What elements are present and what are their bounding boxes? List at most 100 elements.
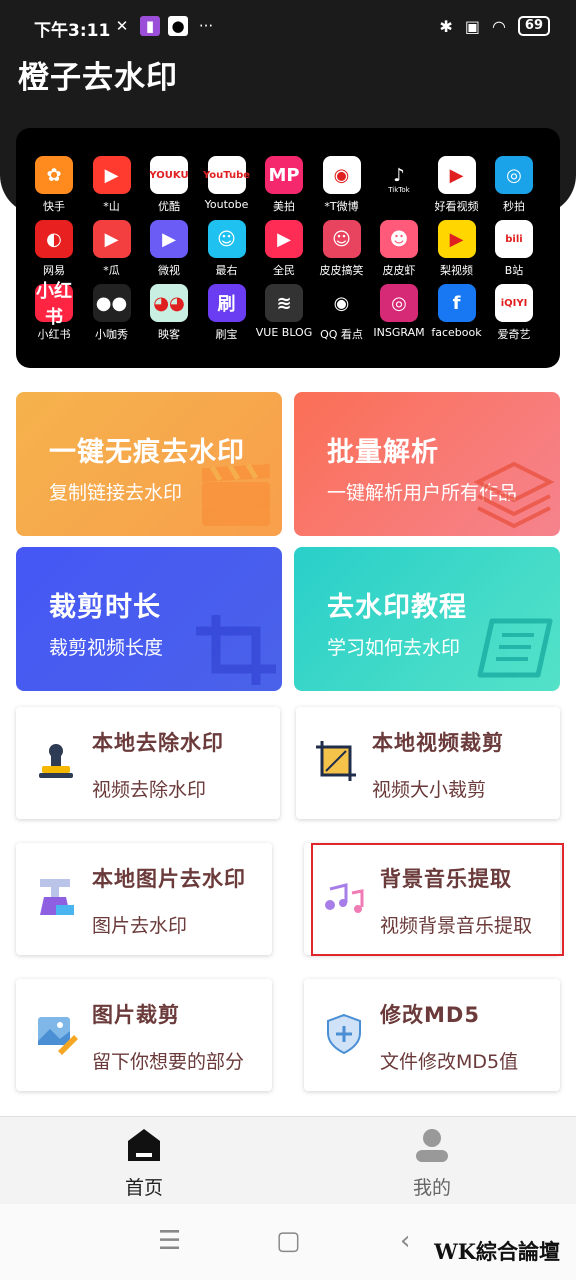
card-title: 图片裁剪 bbox=[92, 1003, 180, 1027]
home-square-icon[interactable]: ▢ bbox=[276, 1226, 301, 1256]
quanmin-icon: ▶ bbox=[265, 220, 303, 258]
batch-parse-tile[interactable]: 批量解析 一键解析用户所有作品 bbox=[294, 392, 560, 536]
xiaohongshu-icon: 小红书 bbox=[35, 281, 73, 328]
platform-bilibili: bili B站 bbox=[482, 220, 546, 278]
platform-weishi: ▶ 微视 bbox=[137, 220, 201, 278]
platform-weibo: ◉ *T微博 bbox=[310, 156, 374, 214]
platform-label: 映客 bbox=[158, 328, 180, 341]
platform-label: 刷宝 bbox=[215, 328, 238, 341]
platform-miaopai: ◎ 秒拍 bbox=[482, 156, 546, 214]
forum-watermark: WK綜合論壇 bbox=[434, 1239, 560, 1264]
platform-qq-kandian: ◉ QQ 看点 bbox=[310, 284, 374, 342]
weishi-icon: ▶ bbox=[150, 220, 188, 258]
card-subtitle: 留下你想要的部分 bbox=[92, 1051, 245, 1073]
card-title: 修改MD5 bbox=[380, 1003, 480, 1027]
youku-icon: YOUKU bbox=[149, 156, 189, 194]
platform-lishipin: ▶ 梨视频 bbox=[425, 220, 489, 278]
iqiyi-icon: iQIYI bbox=[495, 284, 533, 322]
platform-yingke: ◕◕ 映客 bbox=[137, 284, 201, 342]
app-title: 橙子去水印 bbox=[18, 60, 178, 96]
qq-icon: ● bbox=[168, 16, 188, 36]
book-icon bbox=[477, 618, 553, 678]
video-crop-icon bbox=[316, 741, 356, 781]
platform-label: *瓜 bbox=[103, 264, 120, 277]
platform-label: 爱奇艺 bbox=[497, 328, 531, 341]
platform-quanmin: ▶ 全民 bbox=[252, 220, 316, 278]
pipixia-icon: ☻ bbox=[380, 220, 418, 258]
platform-pipixia: ☻ 皮皮虾 bbox=[367, 220, 431, 278]
huoshan-icon: ▶ bbox=[92, 156, 131, 194]
more-icon: ··· bbox=[198, 17, 214, 35]
system-navigation-bar: ☰ ▢ ‹ WK綜合論壇 bbox=[0, 1204, 576, 1280]
platform-label: B站 bbox=[504, 264, 524, 277]
local-remove-watermark-card[interactable]: 本地去除水印 视频去除水印 bbox=[16, 707, 280, 819]
bluetooth-icon: ✱ bbox=[439, 16, 453, 36]
nav-home-label: 首页 bbox=[124, 1177, 163, 1199]
image-crop-card[interactable]: 图片裁剪 留下你想要的部分 bbox=[16, 979, 272, 1091]
platform-label: 好看视频 bbox=[434, 200, 479, 213]
highlight-frame bbox=[311, 843, 564, 956]
card-title: 本地去除水印 bbox=[92, 731, 224, 755]
nav-mine[interactable]: 我的 bbox=[382, 1127, 482, 1200]
platform-label: 皮皮虾 bbox=[382, 264, 416, 277]
modify-md5-card[interactable]: 修改MD5 文件修改MD5值 bbox=[304, 979, 560, 1091]
battery-icon: 69 bbox=[517, 16, 550, 36]
menu-icon[interactable]: ☰ bbox=[158, 1226, 181, 1256]
kuaishou-icon: ✿ bbox=[35, 156, 73, 194]
tile-subtitle: 学习如何去水印 bbox=[327, 637, 461, 659]
platform-haokan: ▶ 好看视频 bbox=[425, 156, 489, 214]
platform-label: 小红书 bbox=[37, 328, 71, 341]
platform-youtube: YouTube Youtobe bbox=[195, 156, 259, 211]
stamp-icon bbox=[39, 744, 73, 778]
platform-label: 快手 bbox=[43, 200, 65, 213]
pipigaoxiao-icon: ☺ bbox=[322, 220, 361, 258]
platform-label: 全民 bbox=[273, 264, 295, 277]
nav-home[interactable]: 首页 bbox=[94, 1127, 194, 1200]
xiaokaxiu-icon: ●● bbox=[92, 284, 131, 322]
nav-mine-label: 我的 bbox=[412, 1177, 451, 1199]
platform-label: 秒拍 bbox=[503, 200, 525, 213]
platform-label: 最右 bbox=[215, 264, 238, 277]
platform-label: Youtobe bbox=[204, 198, 249, 211]
card-title: 本地图片去水印 bbox=[92, 867, 246, 891]
youtube-icon: YouTube bbox=[203, 156, 250, 194]
status-right: ✱ ▣ ◠ 69 bbox=[439, 16, 550, 36]
platform-pipigaoxiao: ☺ 皮皮搞笑 bbox=[310, 220, 374, 278]
tile-title: 批量解析 bbox=[327, 437, 439, 468]
wifi-icon: ◠ bbox=[491, 16, 506, 36]
platform-huoshan: ▶ *山 bbox=[80, 156, 144, 214]
platform-xiaokaxiu: ●● 小咖秀 bbox=[80, 284, 144, 342]
trim-duration-tile[interactable]: 裁剪时长 裁剪视频长度 bbox=[16, 547, 282, 691]
card-subtitle: 图片去水印 bbox=[92, 915, 188, 937]
platform-label: *T微博 bbox=[324, 200, 359, 213]
haokan-icon: ▶ bbox=[437, 156, 476, 194]
platform-label: 美拍 bbox=[273, 200, 295, 213]
supported-platforms-panel: ✿ 快手 ▶ *山 YOUKU 优酷 YouTube Youtobe MP 美拍 ◉ *T微博 ♪ Tik… bbox=[16, 128, 560, 368]
platform-youku: YOUKU 优酷 bbox=[137, 156, 201, 214]
image-clean-icon bbox=[40, 879, 74, 915]
platform-shuabao: 刷刷宝 bbox=[195, 284, 259, 342]
home-icon bbox=[128, 1129, 160, 1161]
back-icon[interactable]: ‹ bbox=[400, 1226, 410, 1256]
platform-kuaishou: ✿ 快手 bbox=[22, 156, 86, 214]
platform-zuiyou: ☺ 最右 bbox=[195, 220, 259, 278]
clapperboard-icon bbox=[202, 463, 270, 526]
qq-kandian-icon: ◉ bbox=[322, 284, 361, 322]
layers-icon bbox=[474, 461, 554, 529]
shield-plus-icon bbox=[327, 1013, 361, 1055]
watermark-tutorial-tile[interactable]: 去水印教程 学习如何去水印 bbox=[294, 547, 560, 691]
one-click-remove-watermark-tile[interactable]: 一键无痕去水印 复制链接去水印 bbox=[16, 392, 282, 536]
netease-icon: ◐ bbox=[35, 220, 73, 258]
crop-icon bbox=[196, 615, 276, 685]
shuabao-icon: 刷 bbox=[207, 284, 246, 322]
platform-label: INSGRAM bbox=[373, 326, 425, 339]
local-image-remove-watermark-card[interactable]: 本地图片去水印 图片去水印 bbox=[16, 843, 272, 955]
tile-title: 裁剪时长 bbox=[49, 592, 161, 623]
status-time: 下午3:11 bbox=[34, 21, 111, 41]
platform-label: 皮皮搞笑 bbox=[319, 264, 364, 277]
platform-label: 微视 bbox=[158, 264, 180, 277]
platform-instagram: ◎ INSGRAM bbox=[367, 284, 431, 339]
zuiyou-icon: ☺ bbox=[207, 220, 246, 258]
local-video-crop-card[interactable]: 本地视频裁剪 视频大小裁剪 bbox=[296, 707, 560, 819]
platform-xiaohongshu: 小红书 小红书 bbox=[22, 281, 86, 342]
